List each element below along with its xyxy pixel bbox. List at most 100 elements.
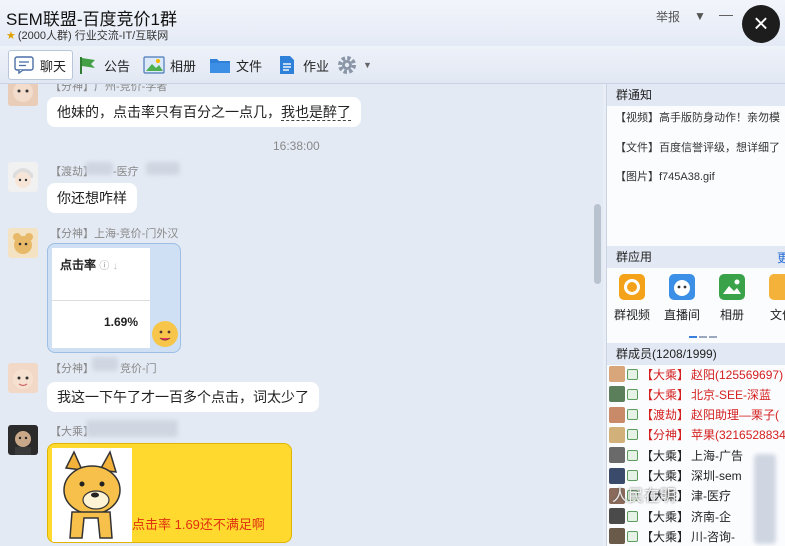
tab-homework[interactable]: 作业 xyxy=(276,50,329,80)
toolbar: 聊天 公告 相册 文件 作业 ▼ xyxy=(0,46,785,84)
tab-files[interactable]: 文件 xyxy=(209,50,262,80)
arrow-down-icon: ↓ xyxy=(112,261,118,272)
metric-value: 1.69% xyxy=(103,315,138,329)
app-album[interactable]: 相册 xyxy=(712,274,752,323)
app-label: 文件 xyxy=(769,308,785,322)
member-name: 济南-企 xyxy=(691,509,732,524)
app-files[interactable]: 文件 xyxy=(762,274,785,323)
chevron-down-icon: ▼ xyxy=(363,60,372,70)
member-item[interactable]: 【大乘】 赵阳(125569697) xyxy=(609,364,783,384)
member-avatar xyxy=(609,528,625,545)
member-item[interactable]: 【大乘】 济南-企 xyxy=(609,506,731,526)
homework-icon xyxy=(276,55,298,75)
member-name: 川-咨询- xyxy=(691,529,736,544)
group-subtitle-text: (2000人群) 行业交流-IT/互联网 xyxy=(17,30,169,42)
tab-homework-label: 作业 xyxy=(303,58,330,74)
member-avatar xyxy=(609,366,625,382)
app-label: 直播间 xyxy=(663,308,700,322)
apps-more-link[interactable]: 更 xyxy=(777,249,785,266)
member-avatar xyxy=(609,426,625,443)
report-button[interactable]: 举报 xyxy=(656,8,680,25)
message-bubble: 他妹的，点击率只有百分之一点几，我也是醉了 xyxy=(47,97,361,127)
member-tag: 【分神】 xyxy=(641,428,690,443)
app-live-room[interactable]: 直播间 xyxy=(662,274,702,323)
member-tag: 【大乘】 xyxy=(641,509,690,524)
redacted-area xyxy=(92,357,118,371)
redacted-area xyxy=(85,162,113,175)
member-item[interactable]: 【渡劫】 赵阳助理—栗子( xyxy=(609,405,779,425)
help-icon: ⓘ xyxy=(99,261,110,272)
divider xyxy=(52,300,150,301)
message-timestamp: 16:38:00 xyxy=(273,139,320,153)
message-sender-tail: 竞价-门 xyxy=(120,363,157,375)
notice-item[interactable]: 【图片】f745A38.gif xyxy=(615,168,715,184)
image-message[interactable]: 点击率 ⓘ ↓ 1.69% xyxy=(47,243,181,353)
member-item[interactable]: 【分神】 苹果(3216528834) xyxy=(609,425,785,445)
close-button[interactable]: × xyxy=(742,5,780,43)
metric-card: 点击率 ⓘ ↓ 1.69% xyxy=(52,248,150,348)
avatar[interactable] xyxy=(8,162,38,192)
message-sender: 【分神】广州-竞价-学者 xyxy=(50,84,168,93)
tab-chat[interactable]: 聊天 xyxy=(8,50,74,80)
notice-item[interactable]: 【视频】高手版防身动作！亲勿模 xyxy=(615,109,780,125)
member-tag: 【大乘】 xyxy=(641,529,690,544)
member-tag: 【渡劫】 xyxy=(641,408,690,423)
app-label: 群视频 xyxy=(613,308,650,322)
photo-album-icon xyxy=(143,55,165,75)
message-text-underlined: 我也是醉了 xyxy=(281,104,351,121)
settings-menu[interactable]: ▼ xyxy=(336,50,372,80)
avatar[interactable] xyxy=(8,228,38,258)
notice-item[interactable]: 【文件】百度信誉评级，想详细了 xyxy=(615,139,780,155)
files-app-icon xyxy=(769,274,785,300)
member-item[interactable]: 【大乘】 北京-SEE-深蓝 xyxy=(609,384,771,404)
apps-pager[interactable] xyxy=(689,327,719,341)
app-group-video[interactable]: 群视频 xyxy=(612,274,652,323)
member-name: 北京-SEE-深蓝 xyxy=(691,387,772,402)
member-device-icon xyxy=(627,429,638,441)
app-label: 相册 xyxy=(719,308,744,322)
message-text: 他妹的，点击率只有百分之一点几， xyxy=(57,104,281,120)
avatar[interactable] xyxy=(8,425,38,455)
image-message[interactable]: 点击率 1.69还不满足啊 xyxy=(47,443,292,543)
minimize-icon[interactable]: — xyxy=(719,6,733,22)
member-device-icon xyxy=(627,409,638,421)
members-header: 群成员(1208/1999) xyxy=(607,343,785,365)
tab-album[interactable]: 相册 xyxy=(143,50,196,80)
member-device-icon xyxy=(627,368,638,380)
chat-area[interactable]: 【分神】广州-竞价-学者 他妹的，点击率只有百分之一点几，我也是醉了 16:38… xyxy=(0,84,603,546)
tab-album-label: 相册 xyxy=(170,58,197,74)
gear-icon xyxy=(336,55,358,75)
redacted-area xyxy=(86,420,178,437)
member-item[interactable]: 【大乘】 上海-广告 xyxy=(609,445,743,465)
message-bubble: 我这一下午了才一百多个点击，词太少了 xyxy=(47,382,319,412)
avatar[interactable] xyxy=(8,84,38,106)
title-bar: SEM联盟-百度竞价1群 ★ (2000人群) 行业交流-IT/互联网 举报 ▼ … xyxy=(0,0,785,46)
video-app-icon xyxy=(619,274,645,300)
message-sender: 【分神】上海-竞价-门外汉 xyxy=(50,228,179,240)
metric-title: 点击率 ⓘ ↓ xyxy=(60,256,118,273)
member-device-icon xyxy=(627,510,638,522)
member-avatar xyxy=(609,508,625,525)
watermark: 人民在明 xyxy=(612,488,677,505)
image-caption: 点击率 1.69还不满足啊 xyxy=(132,517,265,532)
member-avatar xyxy=(609,447,625,464)
chat-scrollbar[interactable] xyxy=(592,84,603,546)
group-side-panel: 群通知 【视频】高手版防身动作！亲勿模 【文件】百度信誉评级，想详细了 【图片】… xyxy=(606,84,785,546)
redacted-area xyxy=(146,162,180,175)
member-item[interactable]: 【大乘】 川-咨询- xyxy=(609,526,735,546)
metric-title-text: 点击率 xyxy=(60,258,97,272)
folder-icon xyxy=(209,55,231,75)
member-device-icon xyxy=(627,470,638,481)
chat-scrollbar-thumb[interactable] xyxy=(594,204,601,284)
member-device-icon xyxy=(627,530,638,542)
tab-announcement-label: 公告 xyxy=(104,58,131,74)
tab-files-label: 文件 xyxy=(236,58,263,74)
avatar[interactable] xyxy=(8,363,38,393)
member-tag: 【大乘】 xyxy=(641,387,690,402)
chat-icon xyxy=(13,55,35,75)
tab-announcement[interactable]: 公告 xyxy=(77,50,130,80)
member-name: 上海-广告 xyxy=(691,448,744,463)
apps-header: 群应用 xyxy=(607,246,785,268)
member-avatar xyxy=(609,386,625,403)
dropdown-arrow-icon[interactable]: ▼ xyxy=(694,9,706,23)
